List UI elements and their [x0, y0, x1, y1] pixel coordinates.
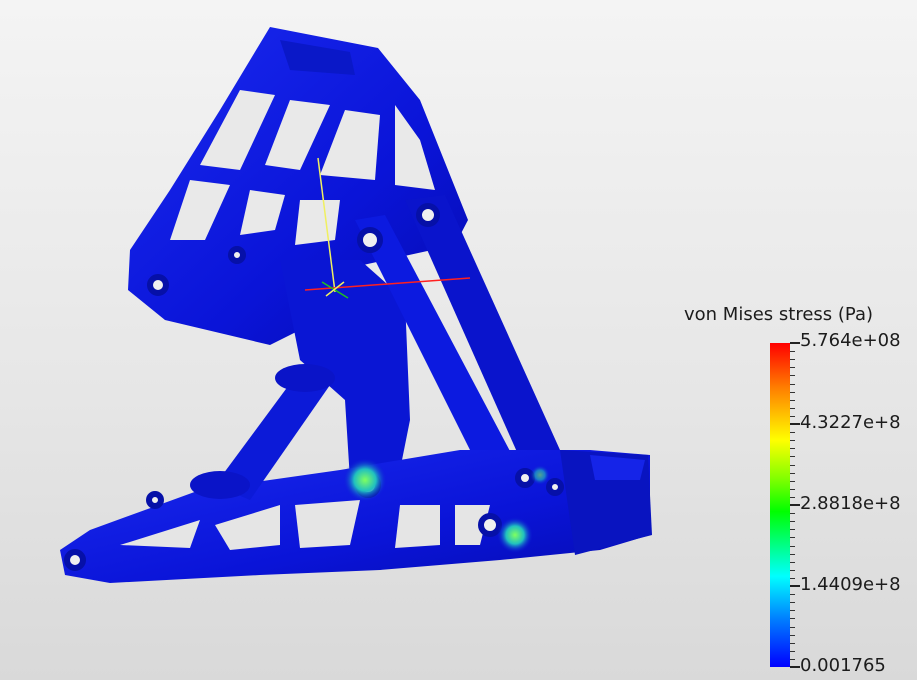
colorbar-label-min: 0.001765	[800, 655, 886, 676]
colorbar-label-mid: 2.8818e+8	[800, 493, 901, 514]
colorbar-minor-tick	[790, 400, 795, 401]
colorbar-minor-tick	[790, 448, 795, 449]
colorbar-minor-tick	[790, 521, 795, 522]
colorbar-gradient	[770, 343, 790, 667]
colorbar-minor-tick	[790, 643, 795, 644]
colorbar-title: von Mises stress (Pa)	[684, 304, 873, 325]
colorbar-minor-tick	[790, 375, 795, 376]
colorbar-major-tick	[790, 666, 800, 668]
colorbar-minor-tick	[790, 578, 795, 579]
colorbar-minor-tick	[790, 416, 795, 417]
colorbar-minor-tick	[790, 497, 795, 498]
colorbar-minor-tick	[790, 570, 795, 571]
colorbar-label-max: 5.764e+08	[800, 330, 901, 351]
colorbar-minor-tick	[790, 594, 795, 595]
colorbar-major-tick	[790, 342, 800, 344]
colorbar-minor-tick	[790, 610, 795, 611]
colorbar-minor-tick	[790, 359, 795, 360]
colorbar-label-low: 1.4409e+8	[800, 574, 901, 595]
scalar-colorbar[interactable]: von Mises stress (Pa) 5.764e+08 4.3227e+…	[680, 300, 917, 680]
colorbar-minor-tick	[790, 659, 795, 660]
colorbar-minor-tick	[790, 602, 795, 603]
colorbar-minor-tick	[790, 489, 795, 490]
colorbar-label-high: 4.3227e+8	[800, 412, 901, 433]
colorbar-minor-tick	[790, 513, 795, 514]
colorbar-major-tick	[790, 423, 800, 425]
colorbar-minor-tick	[790, 529, 795, 530]
colorbar-minor-tick	[790, 456, 795, 457]
colorbar-minor-tick	[790, 554, 795, 555]
colorbar-minor-tick	[790, 618, 795, 619]
colorbar-minor-tick	[790, 351, 795, 352]
render-viewport[interactable]: von Mises stress (Pa) 5.764e+08 4.3227e+…	[0, 0, 917, 680]
colorbar-major-tick	[790, 504, 800, 506]
colorbar-major-tick	[790, 585, 800, 587]
colorbar-minor-tick	[790, 465, 795, 466]
colorbar-minor-tick	[790, 408, 795, 409]
colorbar-minor-tick	[790, 440, 795, 441]
shock-cap-bottom	[190, 471, 250, 499]
colorbar-minor-tick	[790, 651, 795, 652]
stress-hotspot-center	[343, 458, 387, 502]
colorbar-minor-tick	[790, 392, 795, 393]
colorbar-minor-tick	[790, 367, 795, 368]
colorbar-minor-tick	[790, 562, 795, 563]
colorbar-minor-tick	[790, 481, 795, 482]
colorbar-minor-tick	[790, 635, 795, 636]
colorbar-minor-tick	[790, 546, 795, 547]
stress-hotspot-lower	[497, 517, 533, 553]
stress-hotspot-right	[530, 465, 550, 485]
colorbar-minor-tick	[790, 384, 795, 385]
colorbar-minor-tick	[790, 473, 795, 474]
colorbar-minor-tick	[790, 432, 795, 433]
colorbar-minor-tick	[790, 627, 795, 628]
shock-cap-top	[275, 364, 335, 392]
colorbar-minor-tick	[790, 537, 795, 538]
